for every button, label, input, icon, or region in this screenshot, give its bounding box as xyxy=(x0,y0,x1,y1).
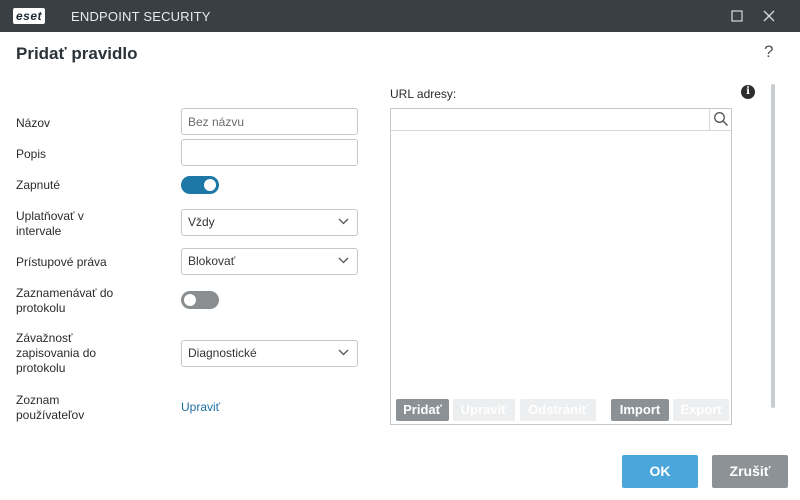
access-rights-label: Prístupové práva xyxy=(16,255,107,269)
enabled-label: Zapnuté xyxy=(16,178,61,192)
toggle-knob xyxy=(184,294,196,306)
url-list-label: URL adresy: xyxy=(390,87,457,101)
add-url-button[interactable]: Pridať xyxy=(396,399,449,421)
url-list[interactable] xyxy=(391,132,731,396)
info-icon[interactable]: i xyxy=(741,85,755,99)
url-search-input[interactable] xyxy=(391,109,709,130)
chevron-down-icon xyxy=(338,257,349,264)
access-rights-select[interactable]: Blokovať xyxy=(181,248,358,275)
chevron-down-icon xyxy=(338,218,349,225)
url-list-panel: Pridať Upraviť Odstrániť Import Export xyxy=(390,108,732,425)
close-icon[interactable] xyxy=(759,6,779,26)
title-bar: eset ENDPOINT SECURITY xyxy=(0,0,800,32)
log-toggle[interactable] xyxy=(181,291,219,309)
eset-logo: eset xyxy=(13,8,46,24)
maximize-icon[interactable] xyxy=(727,6,747,26)
apply-interval-select[interactable]: Vždy xyxy=(181,209,358,236)
name-input[interactable] xyxy=(181,108,358,135)
description-input[interactable] xyxy=(181,139,358,166)
export-button[interactable]: Export xyxy=(673,399,729,421)
severity-value: Diagnostické xyxy=(188,346,257,360)
eset-logo-mark: eset xyxy=(13,8,46,24)
name-label: Názov xyxy=(16,116,51,130)
page-title: Pridať pravidlo xyxy=(16,44,138,63)
remove-url-button[interactable]: Odstrániť xyxy=(520,399,596,421)
enabled-toggle[interactable] xyxy=(181,176,219,194)
dialog-scrollbar[interactable] xyxy=(771,84,775,408)
description-label: Popis xyxy=(16,147,47,161)
import-button[interactable]: Import xyxy=(611,399,669,421)
edit-user-list-link[interactable]: Upraviť xyxy=(181,400,220,414)
toggle-knob xyxy=(204,179,216,191)
chevron-down-icon xyxy=(338,349,349,356)
apply-interval-label: Uplatňovať v intervale xyxy=(16,209,84,238)
user-list-label: Zoznam používateľov xyxy=(16,393,85,422)
severity-select[interactable]: Diagnostické xyxy=(181,340,358,367)
log-label: Zaznamenávať do protokolu xyxy=(16,286,114,315)
apply-interval-value: Vždy xyxy=(188,215,215,229)
severity-label: Závažnosť zapisovania do protokolu xyxy=(16,331,97,375)
help-icon[interactable]: ? xyxy=(764,42,773,62)
ok-button[interactable]: OK xyxy=(622,455,698,488)
search-icon[interactable] xyxy=(709,109,731,130)
access-rights-value: Blokovať xyxy=(188,254,236,268)
app-title: ENDPOINT SECURITY xyxy=(71,9,211,24)
cancel-button[interactable]: Zrušiť xyxy=(712,455,788,488)
edit-url-button[interactable]: Upraviť xyxy=(453,399,515,421)
url-search-row xyxy=(391,109,731,131)
